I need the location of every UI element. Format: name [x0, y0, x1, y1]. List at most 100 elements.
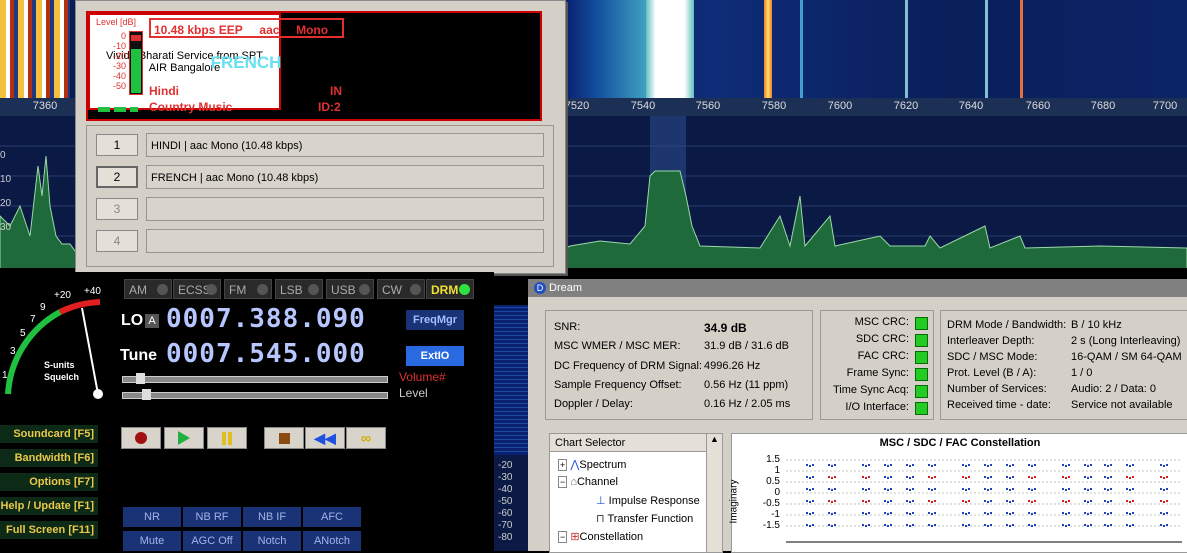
level-slider-label: Level: [399, 386, 428, 400]
full-screen-button[interactable]: Full Screen [F11]: [0, 521, 98, 539]
volume-slider[interactable]: [122, 373, 388, 384]
constellation-point: [934, 500, 936, 502]
country-value: IN: [330, 84, 342, 98]
mode-button-usb[interactable]: USB: [326, 279, 374, 299]
constellation-point: [990, 500, 992, 502]
constellation-point: [934, 476, 936, 478]
service-button-2[interactable]: 2: [96, 166, 138, 188]
lo-frequency[interactable]: 0007.388.090: [166, 304, 366, 334]
mode-button-ecss[interactable]: ECSS: [173, 279, 221, 299]
level-slider[interactable]: [122, 389, 388, 400]
tree-item-spectrum[interactable]: + ⋀Spectrum: [558, 458, 626, 471]
tune-frequency[interactable]: 0007.545.000: [166, 339, 366, 369]
constellation-point: [890, 512, 892, 514]
mode-label: DRM: [431, 283, 459, 297]
constellation-point: [1163, 525, 1165, 527]
level-slider-handle[interactable]: [142, 389, 151, 400]
service-button-3[interactable]: 3: [96, 198, 138, 220]
service-row-label: HINDI | aac Mono (10.48 kbps): [146, 133, 544, 157]
bandwidth-button[interactable]: Bandwidth [F6]: [0, 449, 98, 467]
mode-button-drm[interactable]: DRM: [426, 279, 474, 299]
service-row-4[interactable]: 4: [90, 229, 545, 255]
constellation-ytick: -1.5: [762, 520, 780, 531]
constellation-point: [831, 501, 833, 503]
param-value: 1 / 0: [1071, 367, 1093, 379]
constellation-point: [965, 477, 967, 479]
service-row-1[interactable]: 1 HINDI | aac Mono (10.48 kbps): [90, 133, 545, 159]
constellation-point: [1034, 524, 1036, 526]
soundcard-button[interactable]: Soundcard [F5]: [0, 425, 98, 443]
record-button[interactable]: [121, 427, 161, 449]
anotch-button[interactable]: ANotch: [303, 531, 361, 551]
lo-a-button[interactable]: A: [145, 314, 159, 328]
tree-label: Spectrum: [579, 459, 627, 471]
tree-item-impulse-response[interactable]: ⊥ Impulse Response: [596, 494, 700, 507]
constellation-point: [1068, 464, 1070, 466]
service-button-4[interactable]: 4: [96, 230, 138, 252]
param-label: Number of Services:: [947, 383, 1047, 395]
tree-item-constellation[interactable]: − ⊞Constellation: [558, 530, 643, 543]
constellation-point: [968, 464, 970, 466]
constellation-point: [931, 489, 933, 491]
constellation-point: [1062, 524, 1064, 526]
constellation-point: [912, 488, 914, 490]
mode-button-fm[interactable]: FM: [224, 279, 272, 299]
s-meter-tick: 5: [20, 328, 26, 339]
rewind-button[interactable]: ◀◀: [305, 427, 345, 449]
volume-slider-handle[interactable]: [136, 373, 145, 384]
constellation-point: [1034, 464, 1036, 466]
constellation-point: [1163, 501, 1165, 503]
nb-rf-button[interactable]: NB RF: [183, 507, 241, 527]
service-row-2[interactable]: 2 FRENCH | aac Mono (10.48 kbps): [90, 165, 545, 191]
help-update-button[interactable]: Help / Update [F1]: [0, 497, 98, 515]
dc-frequency-value: 4996.26 Hz: [704, 360, 761, 372]
scroll-up-icon[interactable]: ▲: [707, 434, 722, 444]
mute-button[interactable]: Mute: [123, 531, 181, 551]
constellation-point: [1009, 525, 1011, 527]
expand-icon[interactable]: +: [558, 459, 568, 471]
freqmgr-button[interactable]: FreqMgr: [406, 310, 464, 330]
tree-item-transfer-function[interactable]: ⊓ Transfer Function: [596, 512, 693, 525]
drm-service-popup[interactable]: Level [dB] 0 -10 -20 -30 -40 -50 10.48 k…: [75, 0, 566, 274]
constellation-point: [909, 477, 911, 479]
left-scale-tick: -50: [498, 496, 513, 507]
play-button[interactable]: [164, 427, 204, 449]
constellation-point: [1065, 513, 1067, 515]
nr-button[interactable]: NR: [123, 507, 181, 527]
extio-button[interactable]: ExtIO: [406, 346, 464, 366]
constellation-point: [865, 513, 867, 515]
constellation-point: [1104, 512, 1106, 514]
collapse-icon[interactable]: −: [558, 531, 568, 543]
constellation-point: [909, 465, 911, 467]
constellation-point: [1110, 512, 1112, 514]
nb-if-button[interactable]: NB IF: [243, 507, 301, 527]
options-button[interactable]: Options [F7]: [0, 473, 98, 491]
chart-selector[interactable]: Chart Selector ▲ + ⋀Spectrum − ⌂Channel …: [549, 433, 723, 553]
record-icon: [135, 432, 147, 444]
mode-button-cw[interactable]: CW: [377, 279, 425, 299]
pause-button[interactable]: [207, 427, 247, 449]
notch-button[interactable]: Notch: [243, 531, 301, 551]
chart-selector-scrollbar[interactable]: ▲: [706, 434, 722, 552]
mode-button-lsb[interactable]: LSB: [275, 279, 323, 299]
constellation-point: [828, 476, 830, 478]
constellation-point: [1107, 501, 1109, 503]
constellation-point: [865, 465, 867, 467]
service-button-1[interactable]: 1: [96, 134, 138, 156]
afc-button[interactable]: AFC: [303, 507, 361, 527]
dream-title-bar[interactable]: D Dream: [528, 279, 1187, 297]
collapse-icon[interactable]: −: [558, 476, 568, 488]
tree-item-channel[interactable]: − ⌂Channel: [558, 476, 618, 488]
lo-label: LO: [121, 312, 144, 329]
loop-button[interactable]: ∞: [346, 427, 386, 449]
constellation-point: [1084, 524, 1086, 526]
agc-off-button[interactable]: AGC Off: [183, 531, 241, 551]
loop-icon: ∞: [360, 429, 372, 447]
stop-button[interactable]: [264, 427, 304, 449]
constellation-ytick: 0: [774, 487, 780, 498]
mode-button-am[interactable]: AM: [124, 279, 172, 299]
mer-value: 31.9 dB / 31.6 dB: [704, 340, 790, 352]
service-row-3[interactable]: 3: [90, 197, 545, 223]
constellation-chart[interactable]: MSC / SDC / FAC Constellation Imaginary …: [728, 433, 1187, 553]
crc-label: FAC CRC:: [857, 350, 909, 362]
